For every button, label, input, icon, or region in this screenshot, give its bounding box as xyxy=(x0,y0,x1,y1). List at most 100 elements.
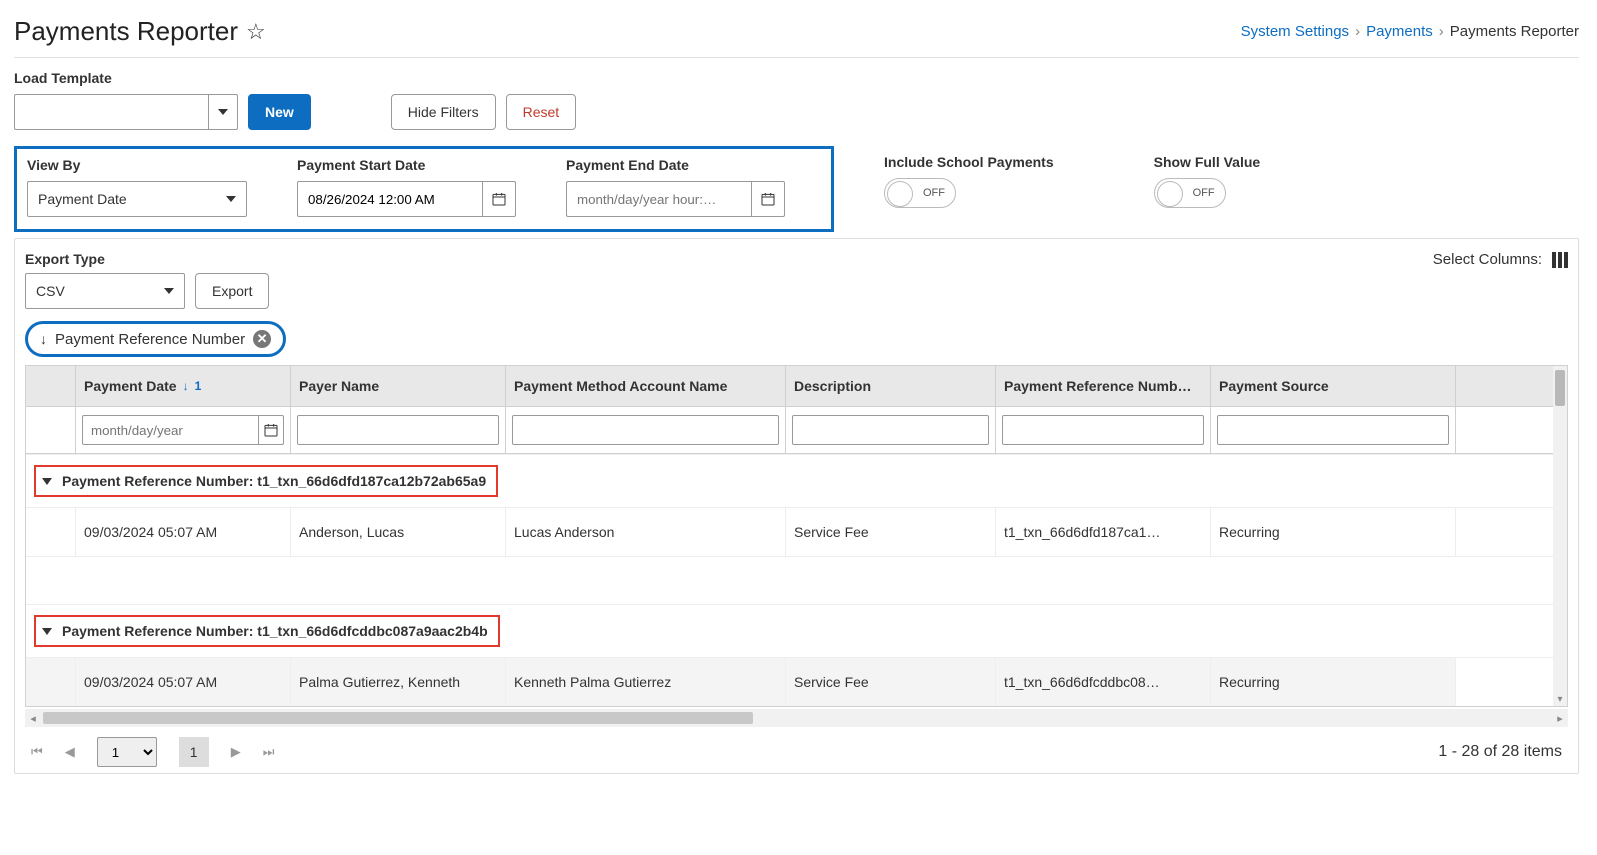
col-header-payment-date[interactable]: Payment Date ↓ 1 xyxy=(76,366,291,406)
group-label: Payment Reference Number: t1_txn_66d6dfc… xyxy=(62,623,488,639)
horizontal-scrollbar[interactable]: ◂ ▸ xyxy=(25,709,1568,727)
scroll-down-icon[interactable]: ▾ xyxy=(1553,692,1567,706)
group-header-row: Payment Reference Number: t1_txn_66d6dfc… xyxy=(26,604,1567,658)
cell-reference: t1_txn_66d6dfcddbc08… xyxy=(996,658,1211,706)
cell-payment-date: 09/03/2024 05:07 AM xyxy=(76,508,291,556)
spacer-row xyxy=(26,556,1567,604)
cell-description: Service Fee xyxy=(786,658,996,706)
load-template-label: Load Template xyxy=(14,70,1579,86)
table-row[interactable]: 09/03/2024 05:07 AM Anderson, Lucas Luca… xyxy=(26,508,1567,556)
hide-filters-button[interactable]: Hide Filters xyxy=(391,94,496,130)
cell-reference: t1_txn_66d6dfd187ca1… xyxy=(996,508,1211,556)
page-title: Payments Reporter xyxy=(14,16,238,47)
breadcrumb: System Settings › Payments › Payments Re… xyxy=(1241,23,1579,40)
collapse-icon[interactable] xyxy=(42,478,52,485)
scroll-left-icon[interactable]: ◂ xyxy=(25,709,41,727)
cell-payer-name: Anderson, Lucas xyxy=(291,508,506,556)
template-section: Load Template New Hide Filters Reset xyxy=(14,58,1579,134)
breadcrumb-link-payments[interactable]: Payments xyxy=(1366,23,1433,40)
grid-header-row: Payment Date ↓ 1 Payer Name Payment Meth… xyxy=(26,366,1567,406)
toggle-off-text: OFF xyxy=(923,187,945,199)
view-by-value: Payment Date xyxy=(38,191,127,207)
calendar-icon xyxy=(491,191,507,207)
pager-page-select[interactable]: 1 xyxy=(97,737,157,767)
pager-prev-icon[interactable]: ◀ xyxy=(65,744,75,760)
chip-remove-icon[interactable]: ✕ xyxy=(253,330,271,348)
load-template-dropdown-btn[interactable] xyxy=(208,94,238,130)
sort-down-icon: ↓ xyxy=(40,331,47,347)
payment-start-input-group xyxy=(297,181,516,217)
payment-start-label: Payment Start Date xyxy=(297,157,516,173)
vertical-scrollbar[interactable]: ▾ xyxy=(1553,366,1567,706)
payment-end-input-group xyxy=(566,181,785,217)
filters-box-highlight: View By Payment Date Payment Start Date … xyxy=(14,146,834,232)
toggle-section: Include School Payments OFF Show Full Va… xyxy=(834,146,1260,220)
cell-description: Service Fee xyxy=(786,508,996,556)
new-button[interactable]: New xyxy=(248,94,311,130)
group-chip-payment-reference[interactable]: ↓ Payment Reference Number ✕ xyxy=(25,321,286,357)
cell-source: Recurring xyxy=(1211,508,1456,556)
sort-priority: 1 xyxy=(195,379,202,393)
view-by-label: View By xyxy=(27,157,247,173)
scroll-right-icon[interactable]: ▸ xyxy=(1552,709,1568,727)
filter-description[interactable] xyxy=(792,415,989,445)
view-by-select[interactable]: Payment Date xyxy=(27,181,247,217)
chevron-right-icon: › xyxy=(1439,23,1444,40)
cell-source: Recurring xyxy=(1211,658,1456,706)
include-school-toggle[interactable]: OFF xyxy=(884,178,956,208)
grid-container: Export Type CSV Export Select Columns: ↓… xyxy=(14,238,1579,774)
pager-current-page: 1 xyxy=(179,737,209,767)
col-header-payer-name[interactable]: Payer Name xyxy=(291,366,506,406)
payment-end-label: Payment End Date xyxy=(566,157,785,173)
col-header-payment-method-account[interactable]: Payment Method Account Name xyxy=(506,366,786,406)
favorite-star-icon[interactable]: ☆ xyxy=(246,19,266,45)
data-grid: Payment Date ↓ 1 Payer Name Payment Meth… xyxy=(25,365,1568,707)
cell-payer-name: Palma Gutierrez, Kenneth xyxy=(291,658,506,706)
group-label: Payment Reference Number: t1_txn_66d6dfd… xyxy=(62,473,486,489)
calendar-icon xyxy=(263,422,279,438)
group-highlight-box: Payment Reference Number: t1_txn_66d6dfd… xyxy=(34,465,498,497)
table-row[interactable]: 09/03/2024 05:07 AM Palma Gutierrez, Ken… xyxy=(26,658,1567,706)
chevron-down-icon xyxy=(218,109,228,115)
col-header-description[interactable]: Description xyxy=(786,366,996,406)
breadcrumb-link-system-settings[interactable]: System Settings xyxy=(1241,23,1349,40)
filter-date-calendar-button[interactable] xyxy=(258,415,284,445)
payment-start-calendar-button[interactable] xyxy=(482,181,516,217)
pager-first-icon[interactable]: ⏮ xyxy=(31,744,43,760)
pager-info: 1 - 28 of 28 items xyxy=(1438,743,1562,761)
select-columns-label: Select Columns: xyxy=(1433,251,1542,268)
filter-source[interactable] xyxy=(1217,415,1449,445)
chip-label: Payment Reference Number xyxy=(55,331,245,348)
export-button[interactable]: Export xyxy=(195,273,269,309)
chevron-right-icon: › xyxy=(1355,23,1360,40)
payment-end-input[interactable] xyxy=(566,181,751,217)
reset-button[interactable]: Reset xyxy=(506,94,577,130)
export-type-select[interactable]: CSV xyxy=(25,273,185,309)
pager-last-icon[interactable]: ⏭ xyxy=(263,744,275,760)
expand-col-header xyxy=(26,366,76,406)
cell-account-name: Lucas Anderson xyxy=(506,508,786,556)
filter-reference[interactable] xyxy=(1002,415,1204,445)
pager: ⏮ ◀ 1 1 ▶ ⏭ 1 - 28 of 28 items xyxy=(25,727,1568,773)
col-header-payment-reference[interactable]: Payment Reference Numb… xyxy=(996,366,1211,406)
col-header-payment-source[interactable]: Payment Source xyxy=(1211,366,1456,406)
filter-account-name[interactable] xyxy=(512,415,779,445)
show-full-toggle[interactable]: OFF xyxy=(1154,178,1226,208)
grid-filter-row xyxy=(26,406,1567,454)
collapse-icon[interactable] xyxy=(42,628,52,635)
cell-payment-date: 09/03/2024 05:07 AM xyxy=(76,658,291,706)
load-template-input[interactable] xyxy=(14,94,208,130)
page-header: Payments Reporter ☆ System Settings › Pa… xyxy=(14,10,1579,58)
cell-account-name: Kenneth Palma Gutierrez xyxy=(506,658,786,706)
export-type-value: CSV xyxy=(36,283,65,299)
export-type-label: Export Type xyxy=(25,251,269,267)
filter-payment-date[interactable] xyxy=(82,415,258,445)
chevron-down-icon xyxy=(164,288,174,294)
chevron-down-icon xyxy=(226,196,236,202)
load-template-combo[interactable] xyxy=(14,94,238,130)
payment-end-calendar-button[interactable] xyxy=(751,181,785,217)
filter-payer-name[interactable] xyxy=(297,415,499,445)
pager-next-icon[interactable]: ▶ xyxy=(231,744,241,760)
columns-icon[interactable] xyxy=(1552,252,1568,268)
payment-start-input[interactable] xyxy=(297,181,482,217)
